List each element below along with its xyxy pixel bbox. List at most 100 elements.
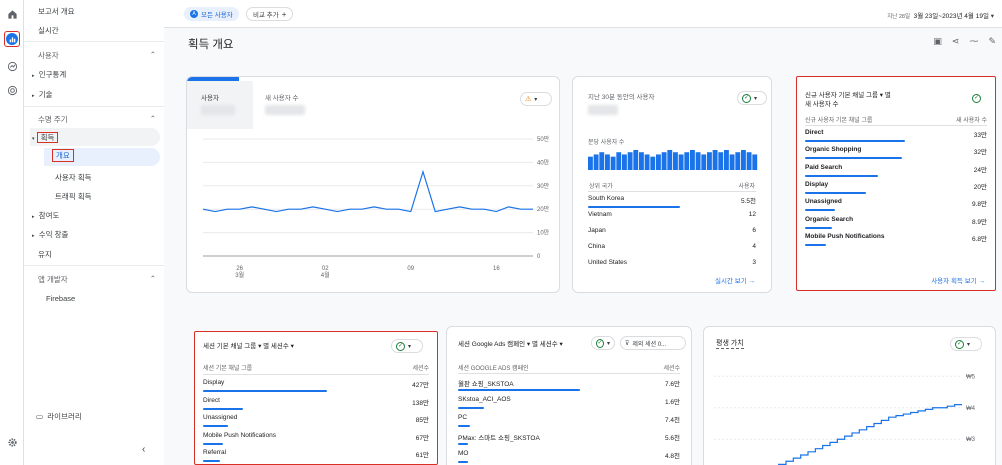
date-range-picker[interactable]: 지난 28일 3월 23일~2023년 4월 19일 ▾ [887, 10, 994, 20]
explore-icon[interactable] [4, 58, 20, 74]
nav-monetization[interactable]: ▸ 수익 창출 [32, 229, 68, 240]
row-value: 9.8만 [971, 201, 987, 209]
series-line-ltv [778, 404, 962, 465]
table-row[interactable]: Referral 61만 [203, 449, 429, 462]
nav-section-app-dev[interactable]: 앱 개발자 ⌃ [38, 274, 156, 285]
row-value: 67만 [415, 434, 429, 442]
minute-bar [718, 152, 724, 170]
table-row[interactable]: MO 4.8천 [458, 450, 680, 463]
table-row[interactable]: Japan 6 [588, 227, 756, 234]
table-row[interactable]: Direct 138만 [203, 397, 429, 410]
nav-acquisition[interactable]: ▾ 획득 [32, 132, 59, 143]
table-row[interactable]: South Korea 5.5천 [588, 195, 756, 208]
table-row[interactable]: Organic Shopping 32만 [805, 146, 987, 160]
row-value: 427만 [412, 382, 429, 389]
nav-firebase[interactable]: Firebase [46, 294, 75, 303]
minute-bar [729, 154, 735, 170]
view-user-acquisition-link[interactable]: 사용자 획득 보기 → [931, 275, 985, 285]
nav-user-acquisition[interactable]: 사용자 획득 [55, 172, 92, 183]
add-comparison-button[interactable]: 비교 추가 + [246, 7, 294, 21]
table-row[interactable]: China 4 [588, 243, 756, 250]
view-realtime-link[interactable]: 실시간 보기 → [715, 275, 755, 285]
table-row[interactable]: Mobile Push Notifications 67만 [203, 432, 429, 445]
row-value: 61만 [415, 452, 429, 459]
filter-button[interactable]: ⊽ 제외 세션 0... [620, 336, 686, 350]
sessions-channel-card: 세션 기본 채널 그룹 ▾ 별 세션수 ▾ ✓ ▾ 세션 기본 채널 그룹 세션수 … [194, 331, 438, 465]
table-row[interactable]: Unassigned 85만 [203, 414, 429, 427]
pencil-icon[interactable]: ✎ [988, 36, 996, 47]
row-label: Unassigned [203, 414, 238, 421]
row-value-bar [805, 226, 833, 229]
home-icon[interactable] [4, 6, 20, 22]
minute-bar [622, 154, 627, 170]
table-row[interactable]: Unassigned 9.8만 [805, 198, 987, 212]
edit-report-icon[interactable]: ▣ [933, 36, 942, 47]
table-row[interactable]: PMax: 스마트 쇼핑_SKSTOA 5.6천 [458, 432, 680, 445]
tab-users[interactable]: 사용자 [187, 81, 253, 129]
chevron-down-icon: ▾ [990, 13, 994, 20]
caret-right-icon: ▸ [32, 73, 35, 79]
row-value-bar [203, 425, 228, 427]
minute-bar [684, 152, 690, 170]
settings-gear-icon[interactable] [4, 434, 20, 450]
nav-tech[interactable]: ▸ 기술 [32, 89, 53, 100]
sessions-card-title[interactable]: 세션 기본 채널 그룹 ▾ 별 세션수 ▾ [203, 340, 294, 350]
row-label: United States [588, 259, 628, 266]
row-label: 월판 쇼핑_SKSTOA [458, 381, 514, 388]
row-value-bar [805, 209, 836, 212]
anomaly-warning-button[interactable]: ⚠ ▾ [520, 92, 552, 106]
segment-chip[interactable]: A 모든 사용자 [184, 7, 239, 21]
table-row[interactable]: Mobile Push Notifications 6.8만 [805, 233, 987, 246]
table-row[interactable]: 월판 쇼핑_SKSTOA 7.6만 [458, 378, 680, 391]
table-row[interactable]: Organic Search 8.9만 [805, 216, 987, 229]
table-row[interactable]: Paid Search 24만 [805, 164, 987, 177]
chevron-up-icon: ⌃ [149, 114, 156, 123]
insight-ok-button[interactable]: ✓ ▾ [591, 336, 615, 350]
insight-ok-button[interactable]: ✓ ▾ [950, 337, 982, 351]
table-row[interactable]: United States 3 [588, 259, 756, 266]
check-circle-icon[interactable]: ✓ [972, 94, 981, 103]
nav-realtime[interactable]: 실시간 [38, 25, 59, 36]
row-value: 6.8만 [971, 235, 987, 243]
y-tick-label: 30만 [537, 182, 550, 190]
table-row[interactable]: Display 20만 [805, 181, 987, 194]
minute-bar [752, 154, 758, 170]
users-card: 사용자 새 사용자 수 ⚠ ▾ 50만 40만 30만 20만 10만 0 26 3월 02 4월 0… [186, 76, 560, 293]
nav-retention[interactable]: 유지 [38, 249, 52, 260]
table-row[interactable]: Vietnam 12 [588, 211, 756, 218]
minute-bar [616, 152, 622, 170]
advertising-icon[interactable] [4, 82, 20, 98]
nav-traffic-acquisition[interactable]: 트래픽 획득 [55, 191, 92, 202]
insights-icon[interactable]: ⁓ [969, 36, 978, 47]
insight-ok-button[interactable]: ✓ ▾ [391, 339, 423, 353]
nav-report-overview[interactable]: 보고서 개요 [38, 6, 75, 17]
row-value-bar [203, 442, 223, 445]
series-line-users [202, 169, 533, 213]
check-circle-icon: ✓ [742, 93, 751, 103]
row-label: Vietnam [588, 211, 612, 218]
caret-right-icon: ▸ [32, 233, 35, 239]
table-row[interactable]: PC 7.4천 [458, 414, 680, 427]
row-value: 7.4천 [664, 417, 680, 424]
row-value-bar [805, 191, 867, 194]
nav-acquisition-overview[interactable]: 개요 [52, 149, 74, 162]
nav-section-lifecycle[interactable]: 수명 주기 ⌃ [38, 114, 156, 125]
chevron-down-icon: ▾ [534, 96, 538, 103]
insight-ok-button[interactable]: ✓ ▾ [737, 91, 767, 105]
share-icon[interactable]: ⋖ [952, 36, 960, 47]
nav-library[interactable]: ▭ 라이브러리 [36, 411, 82, 422]
ads-card-title[interactable]: 세션 Google Ads 캠페인 ▾ 별 세션수 ▾ [458, 338, 563, 348]
table-row[interactable]: Direct 33만 [805, 129, 987, 142]
reports-icon[interactable] [4, 31, 20, 47]
nav-demographics[interactable]: ▸ 인구통계 [32, 69, 66, 80]
row-label: Japan [588, 227, 606, 234]
nav-section-user[interactable]: 사용자 ⌃ [38, 50, 156, 61]
table-row[interactable]: Display 427만 [203, 379, 429, 392]
table-row[interactable]: SKstoa_ACI_AOS 1.6만 [458, 396, 680, 409]
minute-bar [661, 152, 667, 170]
collapse-nav-icon[interactable]: ‹ [142, 444, 145, 455]
tab-new-users[interactable]: 새 사용자 수 [253, 81, 363, 129]
caret-down-icon: ▾ [32, 136, 35, 142]
nav-engagement[interactable]: ▸ 참여도 [32, 210, 59, 221]
row-value-bar [805, 243, 827, 246]
